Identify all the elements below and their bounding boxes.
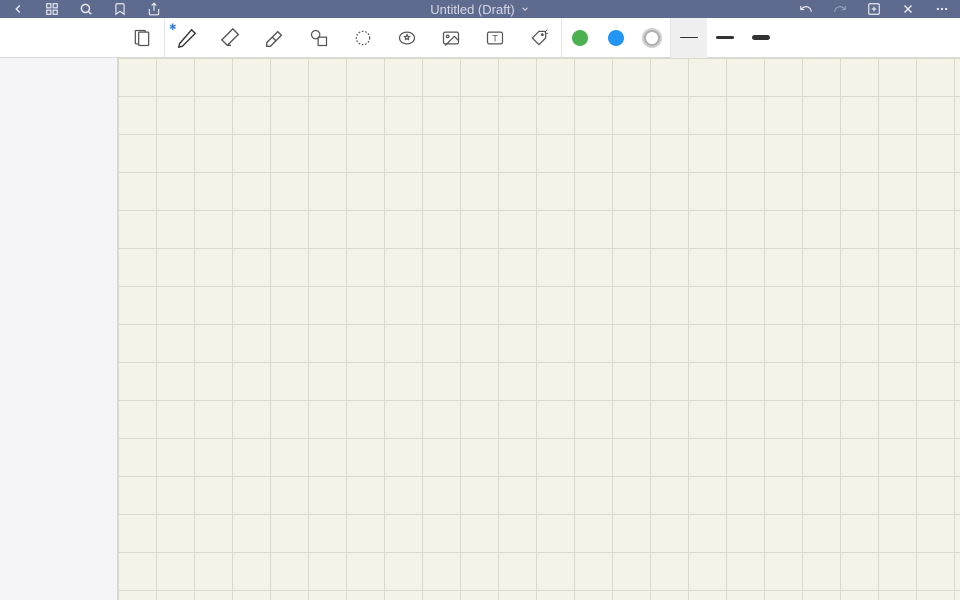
svg-text:T: T — [492, 33, 498, 43]
search-button[interactable] — [78, 1, 94, 17]
more-icon — [935, 2, 949, 16]
text-icon: T — [485, 28, 505, 48]
grid-icon — [45, 2, 59, 16]
tool-toolbar: ✱ T — [0, 18, 960, 58]
undo-icon — [799, 2, 813, 16]
shape-icon — [309, 28, 329, 48]
share-button[interactable] — [146, 1, 162, 17]
stroke-thin-sample — [680, 37, 698, 39]
drawing-canvas[interactable] — [118, 58, 960, 600]
bookmark-icon — [113, 2, 127, 16]
lasso-icon — [353, 28, 373, 48]
redo-icon — [833, 2, 847, 16]
bluetooth-indicator: ✱ — [169, 22, 177, 33]
stroke-medium-button[interactable] — [707, 18, 743, 58]
header-right-controls — [798, 1, 950, 17]
header-left-controls — [10, 1, 162, 17]
document-icon — [132, 28, 152, 48]
close-button[interactable] — [900, 1, 916, 17]
stroke-thick-button[interactable] — [743, 18, 779, 58]
image-icon — [441, 28, 461, 48]
back-icon — [11, 2, 25, 16]
color-white-button[interactable] — [634, 18, 670, 58]
app-header: Untitled (Draft) — [0, 0, 960, 18]
canvas-area — [0, 58, 960, 600]
tag-tool[interactable] — [517, 18, 561, 58]
more-button[interactable] — [934, 1, 950, 17]
highlighter-tool[interactable] — [253, 18, 297, 58]
stroke-thick-sample — [752, 35, 770, 40]
tag-icon — [529, 28, 549, 48]
back-button[interactable] — [10, 1, 26, 17]
color-swatch-green — [572, 30, 588, 46]
stroke-medium-sample — [716, 36, 734, 39]
image-tool[interactable] — [429, 18, 473, 58]
color-green-button[interactable] — [562, 18, 598, 58]
stamp-icon — [397, 28, 417, 48]
search-icon — [79, 2, 93, 16]
pen-tool[interactable]: ✱ — [165, 18, 209, 58]
document-tool[interactable] — [120, 18, 164, 58]
share-icon — [147, 2, 161, 16]
grid-button[interactable] — [44, 1, 60, 17]
chevron-down-icon — [520, 4, 530, 14]
color-blue-button[interactable] — [598, 18, 634, 58]
document-title: Untitled (Draft) — [430, 2, 515, 17]
eraser-icon — [220, 27, 242, 49]
add-page-button[interactable] — [866, 1, 882, 17]
add-page-icon — [867, 2, 881, 16]
color-swatch-blue — [608, 30, 624, 46]
eraser-tool[interactable] — [209, 18, 253, 58]
undo-button[interactable] — [798, 1, 814, 17]
document-title-area[interactable]: Untitled (Draft) — [430, 2, 530, 17]
stroke-group — [671, 18, 779, 58]
stamp-tool[interactable] — [385, 18, 429, 58]
drawing-tools-group: ✱ T — [165, 18, 562, 58]
lasso-tool[interactable] — [341, 18, 385, 58]
left-margin — [0, 58, 118, 600]
close-icon — [901, 2, 915, 16]
stroke-thin-button[interactable] — [671, 18, 707, 58]
color-swatch-white — [644, 30, 660, 46]
shape-tool[interactable] — [297, 18, 341, 58]
doc-tool-group — [120, 18, 165, 58]
text-tool[interactable]: T — [473, 18, 517, 58]
highlighter-icon — [264, 27, 286, 49]
bookmark-button[interactable] — [112, 1, 128, 17]
pen-icon — [176, 27, 198, 49]
redo-button[interactable] — [832, 1, 848, 17]
color-group — [562, 18, 671, 58]
